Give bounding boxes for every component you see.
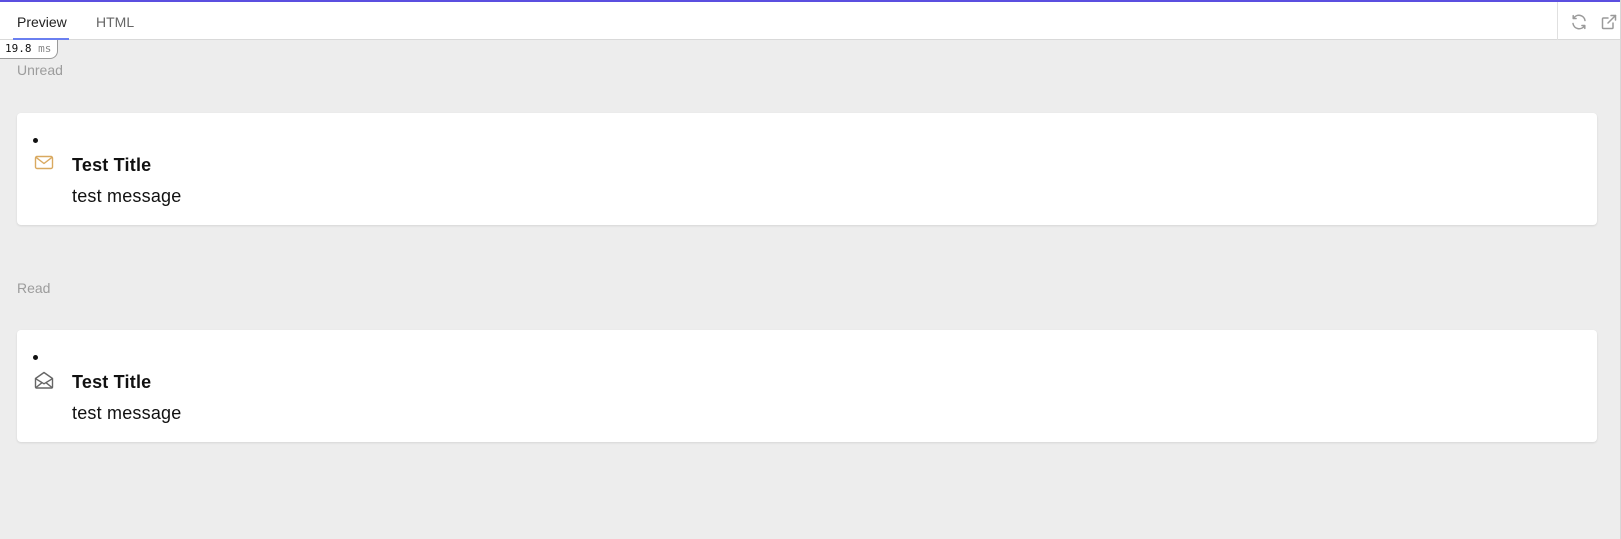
render-timing-badge: 19.8 ms	[0, 40, 59, 59]
list-bullet	[33, 138, 38, 143]
notification-message: test message	[72, 403, 182, 423]
toolbar-divider	[1557, 2, 1558, 40]
tab-html[interactable]: HTML	[96, 2, 134, 40]
timing-value: 19.8	[5, 42, 32, 55]
refresh-icon[interactable]	[1570, 13, 1588, 31]
notification-card-unread[interactable]: Test Title test message	[17, 113, 1597, 225]
external-link-icon[interactable]	[1600, 13, 1618, 31]
tab-preview[interactable]: Preview	[17, 2, 67, 40]
list-bullet	[33, 355, 38, 360]
envelope-closed-icon	[34, 154, 54, 172]
timing-unit: ms	[38, 42, 52, 55]
top-toolbar: Preview HTML	[0, 0, 1621, 40]
notification-message: test message	[72, 186, 182, 206]
notification-title: Test Title	[72, 372, 152, 392]
section-label-read: Read	[17, 280, 51, 296]
notification-card-read[interactable]: Test Title test message	[17, 330, 1597, 442]
section-label-unread: Unread	[17, 62, 63, 78]
notification-title: Test Title	[72, 155, 152, 175]
envelope-open-icon	[34, 371, 54, 389]
